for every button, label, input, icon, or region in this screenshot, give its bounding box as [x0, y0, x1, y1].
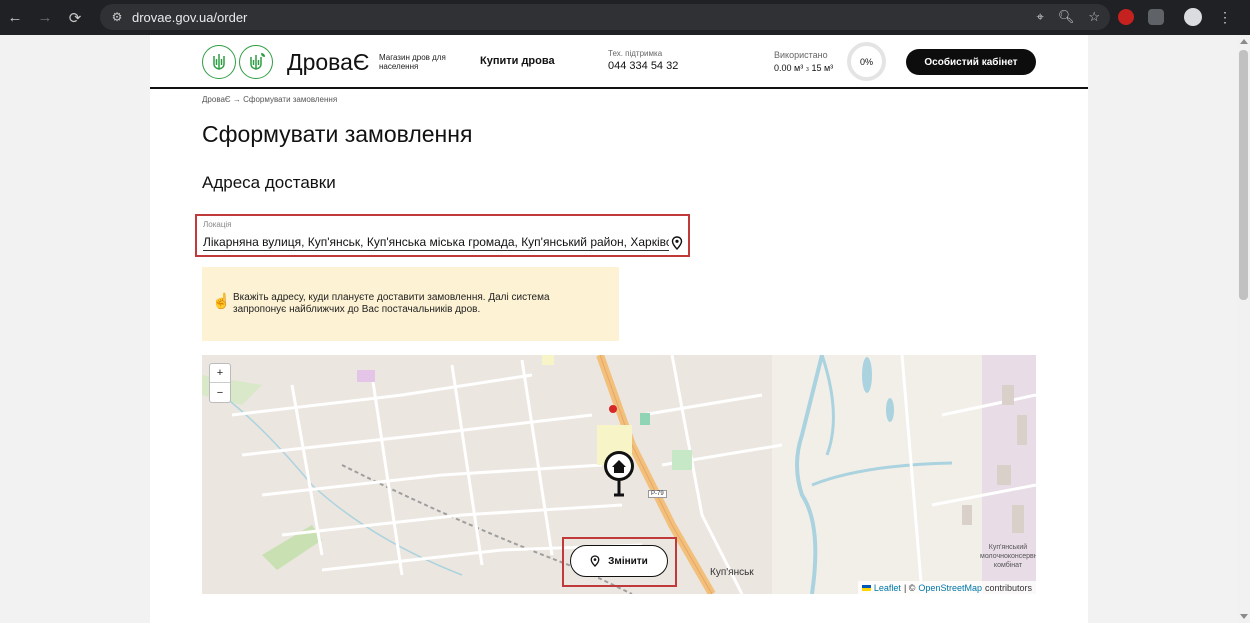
road-badge: Р-79 [648, 490, 667, 498]
scroll-up-icon[interactable] [1240, 39, 1248, 44]
brand-name[interactable]: ДроваЄ [287, 49, 369, 76]
usage-progress-ring: 0% [847, 42, 886, 81]
scroll-thumb[interactable] [1239, 50, 1248, 300]
location-input[interactable] [203, 233, 669, 251]
browser-menu-icon[interactable]: ⋮ [1218, 9, 1232, 26]
support-label: Тех. підтримка [608, 49, 663, 58]
city-label: Куп'янськ [710, 567, 754, 578]
usage-of: з [805, 66, 809, 73]
url-text[interactable]: drovae.gov.ua/order [132, 10, 247, 25]
zoom-out-button[interactable]: − [210, 383, 230, 402]
change-location-button[interactable]: Змінити [570, 545, 668, 577]
breadcrumb[interactable]: ДроваЄ → Сформувати замовлення [202, 95, 337, 104]
home-marker-icon[interactable] [602, 450, 636, 500]
back-icon[interactable]: ← [0, 3, 30, 33]
trident-leaf-logo-icon[interactable] [239, 45, 273, 79]
support-phone[interactable]: 044 334 54 32 [608, 60, 678, 72]
ukraine-flag-icon [861, 584, 871, 591]
usage-label: Використано [774, 50, 828, 60]
page-scrollbar[interactable] [1237, 35, 1250, 623]
usage-value: 0.00 м³ з 15 м³ [774, 63, 833, 73]
scroll-down-icon[interactable] [1240, 614, 1248, 619]
brand-tagline: Магазин дров для населення [379, 53, 446, 71]
attribution-contributors: contributors [984, 582, 1032, 593]
address-bar[interactable]: ⚙ drovae.gov.ua/order ⌖ 🔍︎ ☆ [100, 4, 1110, 30]
location-field: Локація [195, 214, 690, 257]
browser-toolbar: ← → ⟳ ⚙ drovae.gov.ua/order ⌖ 🔍︎ ☆ ⋮ [0, 0, 1250, 35]
zoom-in-button[interactable]: + [210, 364, 230, 383]
site-header: ДроваЄ Магазин дров для населення Купити… [150, 35, 1088, 89]
leaflet-link[interactable]: Leaflet [874, 583, 901, 593]
support-block: Тех. підтримка 044 334 54 32 [608, 49, 678, 72]
site-settings-icon[interactable]: ⚙ [108, 8, 126, 26]
bookmark-star-icon[interactable]: ☆ [1088, 9, 1100, 25]
page: ДроваЄ Магазин дров для населення Купити… [150, 35, 1088, 623]
factory-label: Куп'янський молочноконсервний комбінат [980, 544, 1036, 569]
usage-used: 0.00 м³ [774, 63, 804, 73]
pointing-hand-icon: ☝ [212, 293, 231, 310]
map-pin-icon[interactable] [671, 236, 683, 250]
map-attribution: Leaflet | © OpenStreetMap contributors [857, 581, 1036, 594]
map-pin-icon [590, 555, 600, 567]
section-title: Адреса доставки [202, 173, 336, 192]
map[interactable]: + − Р-79 Куп'янськ Куп'янський молочноко… [202, 355, 1036, 594]
openstreetmap-link[interactable]: OpenStreetMap [918, 583, 982, 593]
zoom-icon[interactable]: 🔍︎ [1058, 9, 1075, 25]
usage-block: Використано 0.00 м³ з 15 м³ [774, 50, 833, 73]
attribution-separator: | © [903, 582, 916, 593]
page-title: Сформувати замовлення [202, 121, 473, 147]
location-blocked-icon[interactable]: ⌖ [1037, 9, 1044, 25]
zoom-control: + − [209, 363, 231, 403]
profile-avatar[interactable] [1184, 8, 1202, 26]
extension-icon[interactable] [1118, 9, 1134, 25]
trident-emblem-icon[interactable] [202, 45, 236, 79]
change-button-label: Змінити [608, 555, 648, 567]
personal-cabinet-button[interactable]: Особистий кабінет [906, 49, 1036, 75]
forward-icon[interactable]: → [30, 3, 60, 33]
buy-firewood-link[interactable]: Купити дрова [480, 55, 555, 67]
extensions-puzzle-icon[interactable] [1148, 9, 1164, 25]
reload-icon[interactable]: ⟳ [60, 3, 90, 33]
location-label: Локація [203, 220, 232, 229]
hint-text: Вкажіть адресу, куди плануєте доставити … [233, 292, 550, 315]
usage-total: 15 м³ [811, 63, 834, 73]
hint-box: ☝ Вкажіть адресу, куди плануєте доставит… [202, 267, 619, 341]
